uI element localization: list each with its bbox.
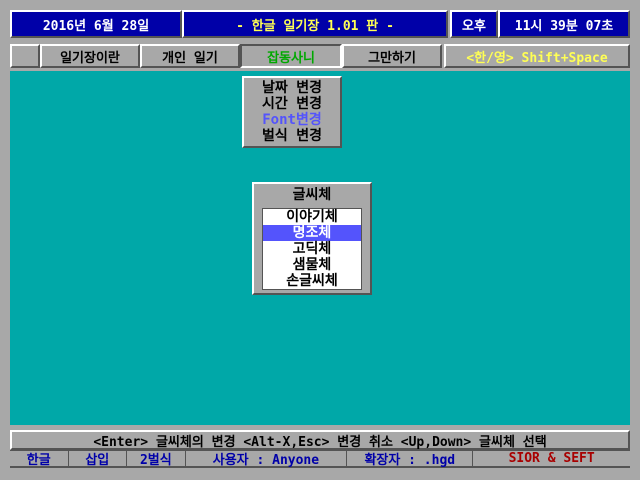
menu-item-label: 그만하기 <box>368 50 416 66</box>
status-bar: 한글 삽입 2벌식 사용자 : Anyone 확장자 : .hgd SIOR &… <box>10 450 630 468</box>
clock-display: 11시 39분 07초 <box>498 10 630 38</box>
menu-item-label: 잡동사니 <box>267 50 315 66</box>
menu-item-label: 개인 일기 <box>162 50 218 66</box>
status-lang: 한글 <box>10 451 69 468</box>
submenu-item-change-date[interactable]: 날짜 변경 <box>244 80 340 96</box>
menu-item-misc[interactable]: 잡동사니 <box>240 44 342 68</box>
menu-spacer-left <box>10 44 40 68</box>
font-dialog-title: 글씨체 <box>292 187 332 203</box>
status-credit: SIOR & SEFT <box>473 451 630 466</box>
font-option-saemmul[interactable]: 샘물체 <box>263 257 361 273</box>
ampm-display: 오후 <box>450 10 498 38</box>
font-option-gothic[interactable]: 고딕체 <box>263 241 361 257</box>
status-extension: 확장자 : .hgd <box>347 451 474 468</box>
font-option-handwriting[interactable]: 손글씨체 <box>263 273 361 289</box>
font-list: 이야기체 명조체 고딕체 샘물체 손글씨체 <box>262 208 362 290</box>
clock-text: 11시 39분 07초 <box>514 18 614 34</box>
misc-submenu: 날짜 변경 시간 변경 Font변경 벌식 변경 <box>242 76 342 148</box>
status-keyboard: 2벌식 <box>127 451 186 468</box>
ampm-text: 오후 <box>462 18 486 34</box>
menu-item-label: 일기장이란 <box>60 50 120 66</box>
language-toggle-label: <한/영> Shift+Space <box>466 50 608 66</box>
help-text: <Enter> 글씨체의 변경 <Alt-X,Esc> 변경 취소 <Up,Do… <box>93 434 547 450</box>
font-option-iyagi[interactable]: 이야기체 <box>263 209 361 225</box>
submenu-item-change-font[interactable]: Font변경 <box>244 112 340 128</box>
app-title: - 한글 일기장 1.01 판 - <box>182 10 448 38</box>
font-option-myeongjo[interactable]: 명조체 <box>263 225 361 241</box>
submenu-item-change-layout[interactable]: 벌식 변경 <box>244 128 340 144</box>
menu-item-personal-diary[interactable]: 개인 일기 <box>140 44 240 68</box>
menu-item-about[interactable]: 일기장이란 <box>40 44 140 68</box>
submenu-item-change-time[interactable]: 시간 변경 <box>244 96 340 112</box>
date-text: 2016년 6월 28일 <box>42 18 150 34</box>
menu-item-quit[interactable]: 그만하기 <box>342 44 442 68</box>
language-toggle-hint[interactable]: <한/영> Shift+Space <box>444 44 630 68</box>
font-dialog: 글씨체 이야기체 명조체 고딕체 샘물체 손글씨체 <box>252 182 372 295</box>
help-line: <Enter> 글씨체의 변경 <Alt-X,Esc> 변경 취소 <Up,Do… <box>10 430 630 450</box>
date-display: 2016년 6월 28일 <box>10 10 182 38</box>
status-user: 사용자 : Anyone <box>185 451 348 468</box>
status-mode: 삽입 <box>68 451 128 468</box>
app-title-text: - 한글 일기장 1.01 판 - <box>236 18 394 34</box>
